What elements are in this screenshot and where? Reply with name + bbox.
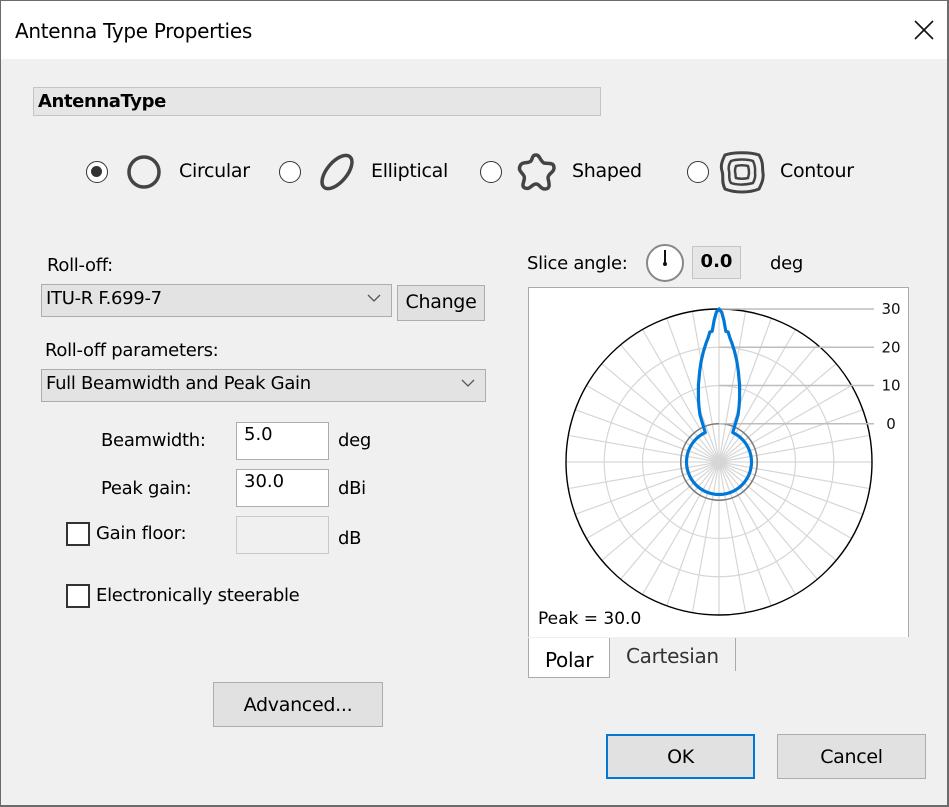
gain-floor-label: Gain floor: [96,523,187,544]
electronically-steerable-checkbox[interactable] [66,584,90,608]
beamwidth-unit: deg [338,430,372,451]
shaped-label: Shaped [572,160,642,182]
rolloff-value: ITU-R F.699-7 [46,288,162,309]
elliptical-label: Elliptical [371,160,448,182]
contour-shape-icon [719,151,765,194]
peak-gain-unit: dBi [338,478,366,499]
ellipse-shape-icon [320,153,354,191]
slice-angle-unit: deg [770,253,804,274]
slice-angle-value[interactable]: 0.0 [692,246,741,279]
elliptical-radio[interactable] [279,161,301,183]
circle-shape-icon [127,155,161,189]
rolloff-params-dropdown[interactable]: Full Beamwidth and Peak Gain [41,369,486,402]
advanced-button[interactable]: Advanced... [213,682,383,727]
electronically-steerable-label: Electronically steerable [96,585,300,606]
title-bar: Antenna Type Properties [1,1,947,59]
star-shape-icon [517,153,556,191]
shape-option-shaped[interactable]: Shaped [480,149,650,195]
contour-radio[interactable] [687,161,709,183]
rolloff-params-value: Full Beamwidth and Peak Gain [46,373,311,394]
chevron-down-icon [367,294,381,302]
cancel-button[interactable]: Cancel [777,734,926,779]
slice-angle-label: Slice angle: [527,253,628,274]
beamwidth-label: Beamwidth: [101,430,206,451]
rolloff-params-label: Roll-off parameters: [45,340,219,361]
contour-label: Contour [780,160,854,182]
close-button[interactable] [901,1,947,59]
antenna-name-field[interactable]: AntennaType [33,87,601,116]
gain-floor-input[interactable] [236,516,329,554]
chevron-down-icon [461,379,475,387]
tab-cartesian[interactable]: Cartesian [610,638,736,671]
beamwidth-input[interactable]: 5.0 [236,422,329,460]
shape-option-elliptical[interactable]: Elliptical [279,149,459,195]
shaped-radio[interactable] [480,161,502,183]
circular-label: Circular [179,160,250,182]
tick-label: 10 [881,377,900,395]
circular-radio[interactable] [86,161,108,183]
slice-angle-dial[interactable] [646,244,684,282]
peak-gain-label: Peak gain: [101,478,192,499]
tick-label: 30 [881,300,900,318]
antenna-type-dialog: Antenna Type Properties AntennaType Circ… [1,1,947,805]
peak-gain-input[interactable]: 30.0 [236,469,329,507]
polar-chart: 0 10 20 30 [565,300,901,616]
rolloff-dropdown[interactable]: ITU-R F.699-7 [41,284,392,317]
dial-needle-icon [663,250,667,266]
tab-polar[interactable]: Polar [528,638,610,678]
tick-label: 0 [886,415,896,433]
shape-option-circular[interactable]: Circular [86,149,256,195]
window-title: Antenna Type Properties [15,19,252,43]
shape-option-contour[interactable]: Contour [687,149,862,195]
gain-floor-unit: dB [338,528,362,549]
close-icon [914,20,934,40]
ok-button[interactable]: OK [606,734,755,779]
change-button[interactable]: Change [397,285,485,321]
tick-label: 20 [881,338,900,356]
gain-floor-checkbox[interactable] [66,522,90,546]
polar-plot-panel: 0 10 20 30 Peak = 30.0 [528,287,909,637]
rolloff-label: Roll-off: [47,255,113,276]
peak-annotation: Peak = 30.0 [538,609,642,629]
